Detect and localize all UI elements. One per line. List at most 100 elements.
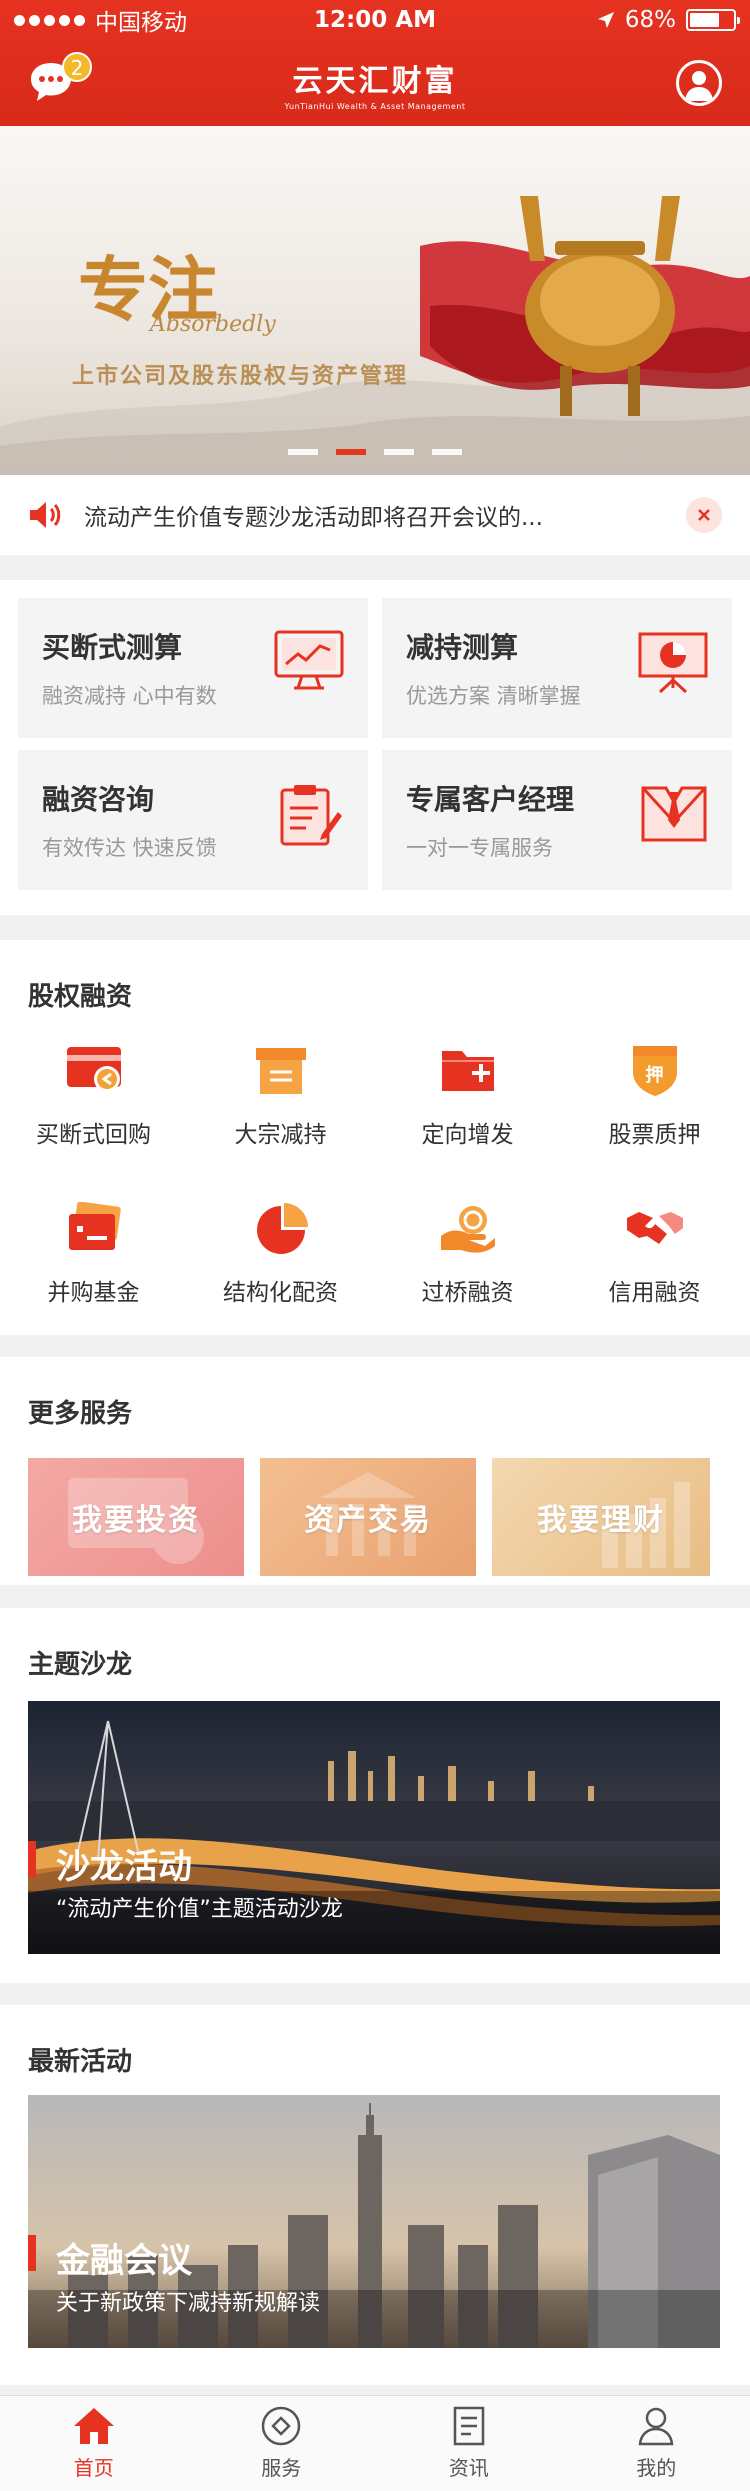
- tool-card-reduction-calc[interactable]: 减持测算 优选方案 清晰掌握: [382, 598, 732, 738]
- tool-card-account-manager[interactable]: 专属客户经理 一对一专属服务: [382, 750, 732, 890]
- pledge-glyph: 押: [645, 1065, 664, 1086]
- wealth-mgmt-card-label: 我要理财: [537, 1503, 665, 1538]
- more-services-row: 我要投资 资产交易 我要理财: [0, 1458, 750, 1576]
- feature-accent-bar: [28, 2235, 36, 2271]
- banner-subtitle: 上市公司及股东股权与资产管理: [72, 363, 409, 389]
- carousel-dot[interactable]: [432, 449, 462, 455]
- section-title: 最新活动: [28, 2047, 133, 2077]
- section-title: 股权融资: [28, 982, 133, 1012]
- manager-tie-icon: [641, 786, 707, 842]
- coin-hand-icon: [440, 1206, 495, 1253]
- activity-feature-title: 金融会议: [56, 2241, 192, 2281]
- status-bar: 中国移动 12:00 AM 68%: [0, 0, 750, 40]
- user-icon: [685, 71, 713, 101]
- folder-plus-icon: [441, 1051, 494, 1091]
- person-icon: [638, 2407, 674, 2446]
- card-return-icon: [66, 1047, 121, 1092]
- section-title: 主题沙龙: [28, 1650, 133, 1680]
- equity-item-label: 买断式回购: [36, 1122, 151, 1148]
- message-badge: 2: [62, 52, 92, 82]
- carousel-dot[interactable]: [288, 449, 318, 455]
- nav-bar: 2 云天汇财富 YunTianHui Wealth & Asset Manage…: [0, 40, 750, 126]
- tools-grid: 买断式测算 融资减持 心中有数 减持测算 优选方案 清晰掌握 融资咨询 有效传达…: [0, 580, 750, 915]
- feature-accent-bar: [28, 1841, 36, 1877]
- section-title: 更多服务: [28, 1399, 133, 1429]
- rising-chart-screen-icon: [274, 630, 344, 690]
- equity-item-private-placement[interactable]: 定向增发: [374, 1035, 561, 1193]
- notice-close-button[interactable]: [686, 497, 722, 533]
- activity-feature-card[interactable]: 金融会议 关于新政策下减持新规解读: [28, 2095, 720, 2348]
- equity-item-credit-financing[interactable]: 信用融资: [561, 1193, 748, 1351]
- tab-home[interactable]: 首页: [0, 2396, 188, 2491]
- bottom-tab-bar: 首页 服务 资讯 我的: [0, 2395, 750, 2491]
- brand-logo: 云天汇财富 YunTianHui Wealth & Asset Manageme…: [285, 56, 466, 111]
- tool-card-buyout-calc[interactable]: 买断式测算 融资减持 心中有数: [18, 598, 368, 738]
- notice-bar[interactable]: 流动产生价值专题沙龙活动即将召开会议的...: [0, 475, 750, 555]
- battery-icon: [686, 9, 741, 31]
- carousel-dot[interactable]: [384, 449, 414, 455]
- battery-percent: 68%: [624, 7, 677, 33]
- app-header: 中国移动 12:00 AM 68% 2 云天汇财富 YunTianHui Wea…: [0, 0, 750, 126]
- close-icon: [698, 509, 710, 521]
- tab-label: 服务: [261, 2456, 302, 2480]
- pie-icon: [256, 1203, 308, 1254]
- brand-name: 云天汇财富: [292, 63, 458, 99]
- status-time: 12:00 AM: [314, 7, 436, 33]
- more-services-section: 更多服务 我要投资 资产交易 我要理财: [0, 1357, 750, 1585]
- promo-banner[interactable]: 专注 Absorbedly 上市公司及股东股权与资产管理: [0, 126, 750, 475]
- location-arrow-icon: [597, 12, 614, 28]
- equity-item-structured-financing[interactable]: 结构化配资: [187, 1193, 374, 1351]
- equity-item-buyout-repo[interactable]: 买断式回购: [0, 1035, 187, 1193]
- equity-item-label: 股票质押: [608, 1122, 701, 1148]
- equity-item-label: 信用融资: [608, 1280, 701, 1306]
- salon-section: 主题沙龙 沙龙活动 “流动产生价值”主题活动沙龙: [0, 1608, 750, 1983]
- equity-item-ma-fund[interactable]: 并购基金: [0, 1193, 187, 1351]
- salon-feature-subtitle: “流动产生价值”主题活动沙龙: [56, 1897, 343, 1922]
- equity-grid: 买断式回购 大宗减持 定向增发 押 股票质押 并购基金 结构化配资 过桥融资 信…: [0, 1035, 750, 1351]
- wealth-mgmt-card[interactable]: 我要理财: [492, 1458, 710, 1576]
- tab-news[interactable]: 资讯: [375, 2396, 563, 2491]
- equity-item-label: 并购基金: [47, 1280, 140, 1306]
- invest-card-label: 我要投资: [72, 1503, 200, 1538]
- battery-level: [690, 13, 719, 27]
- equity-item-label: 结构化配资: [223, 1280, 338, 1306]
- handshake-icon: [626, 1212, 683, 1244]
- tool-card-financing-consult[interactable]: 融资咨询 有效传达 快速反馈: [18, 750, 368, 890]
- speaker-icon: [30, 502, 61, 528]
- box-icon: [255, 1048, 306, 1094]
- clipboard-pen-icon: [280, 785, 342, 846]
- notice-text: 流动产生价值专题沙龙活动即将召开会议的...: [84, 505, 543, 531]
- pie-chart-board-icon: [638, 632, 708, 694]
- carousel-dot[interactable]: [336, 449, 366, 455]
- equity-financing-section: 股权融资 买断式回购 大宗减持 定向增发 押 股票质押 并购基金 结构化配资 过…: [0, 940, 750, 1335]
- tab-label: 我的: [636, 2456, 677, 2480]
- carousel-dots[interactable]: [0, 449, 750, 455]
- equity-item-bridge-financing[interactable]: 过桥融资: [374, 1193, 561, 1351]
- equity-item-label: 大宗减持: [234, 1122, 327, 1148]
- latest-activity-section: 最新活动 金融会议 关于新政策下减持新规解读: [0, 2005, 750, 2385]
- message-button[interactable]: 2: [28, 52, 92, 106]
- tab-mine[interactable]: 我的: [563, 2396, 750, 2491]
- service-diamond-icon: [262, 2406, 301, 2446]
- tab-service[interactable]: 服务: [188, 2396, 376, 2491]
- activity-feature-subtitle: 关于新政策下减持新规解读: [56, 2291, 321, 2316]
- user-profile-button[interactable]: [676, 60, 722, 106]
- salon-feature-card[interactable]: 沙龙活动 “流动产生价值”主题活动沙龙: [28, 1701, 720, 1954]
- carrier-label: 中国移动: [95, 10, 187, 36]
- cards-icon: [68, 1202, 121, 1250]
- equity-item-label: 过桥融资: [421, 1280, 514, 1306]
- equity-item-label: 定向增发: [421, 1122, 514, 1148]
- equity-item-stock-pledge[interactable]: 押 股票质押: [561, 1035, 748, 1193]
- asset-trade-card-label: 资产交易: [304, 1503, 432, 1538]
- home-icon: [73, 2408, 114, 2444]
- invest-card[interactable]: 我要投资: [28, 1458, 244, 1576]
- banner-title-en: Absorbedly: [150, 312, 276, 337]
- salon-feature-title: 沙龙活动: [56, 1847, 192, 1887]
- news-document-icon: [453, 2406, 484, 2446]
- tab-label: 首页: [73, 2456, 114, 2480]
- brand-subtitle: YunTianHui Wealth & Asset Management: [284, 101, 466, 111]
- equity-item-block-reduction[interactable]: 大宗减持: [187, 1035, 374, 1193]
- tab-label: 资讯: [448, 2456, 489, 2480]
- signal-icon: [14, 14, 85, 26]
- asset-trade-card[interactable]: 资产交易: [260, 1458, 476, 1576]
